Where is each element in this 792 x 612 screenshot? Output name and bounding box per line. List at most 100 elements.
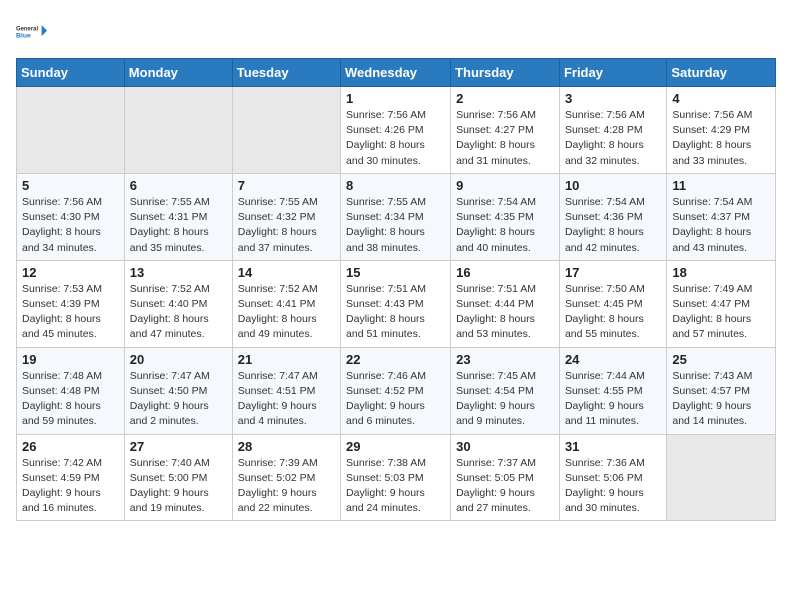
day-info: Sunrise: 7:51 AMSunset: 4:44 PMDaylight:… [456,282,554,343]
day-info: Sunrise: 7:46 AMSunset: 4:52 PMDaylight:… [346,369,445,430]
calendar-week-row: 19 Sunrise: 7:48 AMSunset: 4:48 PMDayligh… [17,347,776,434]
calendar-cell: 26 Sunrise: 7:42 AMSunset: 4:59 PMDayligh… [17,434,125,521]
calendar-week-row: 5 Sunrise: 7:56 AMSunset: 4:30 PMDaylight… [17,173,776,260]
day-number: 26 [22,439,119,454]
day-info: Sunrise: 7:56 AMSunset: 4:29 PMDaylight:… [672,108,770,169]
calendar-week-row: 12 Sunrise: 7:53 AMSunset: 4:39 PMDayligh… [17,260,776,347]
calendar-cell: 31 Sunrise: 7:36 AMSunset: 5:06 PMDayligh… [559,434,666,521]
calendar-cell: 16Sunrise: 7:51 AMSunset: 4:44 PMDayligh… [451,260,560,347]
day-info: Sunrise: 7:53 AMSunset: 4:39 PMDaylight:… [22,282,119,343]
day-number: 27 [130,439,227,454]
calendar-cell: 6 Sunrise: 7:55 AMSunset: 4:31 PMDaylight… [124,173,232,260]
day-number: 1 [346,91,445,106]
calendar-week-row: 26 Sunrise: 7:42 AMSunset: 4:59 PMDayligh… [17,434,776,521]
day-number: 7 [238,178,335,193]
calendar-cell: 22 Sunrise: 7:46 AMSunset: 4:52 PMDayligh… [341,347,451,434]
day-number: 4 [672,91,770,106]
calendar-cell: 19 Sunrise: 7:48 AMSunset: 4:48 PMDayligh… [17,347,125,434]
calendar-cell [232,87,340,174]
day-info: Sunrise: 7:49 AMSunset: 4:47 PMDaylight:… [672,282,770,343]
day-number: 17 [565,265,661,280]
calendar-cell: 10 Sunrise: 7:54 AMSunset: 4:36 PMDayligh… [559,173,666,260]
calendar-cell: 13 Sunrise: 7:52 AMSunset: 4:40 PMDayligh… [124,260,232,347]
day-number: 20 [130,352,227,367]
day-number: 23 [456,352,554,367]
calendar-cell: 15Sunrise: 7:51 AMSunset: 4:43 PMDayligh… [341,260,451,347]
day-info: Sunrise: 7:56 AMSunset: 4:28 PMDaylight:… [565,108,661,169]
calendar-cell: 25 Sunrise: 7:43 AMSunset: 4:57 PMDayligh… [667,347,776,434]
day-number: 18 [672,265,770,280]
calendar-cell: 27 Sunrise: 7:40 AMSunset: 5:00 PMDayligh… [124,434,232,521]
day-number: 19 [22,352,119,367]
day-number: 29 [346,439,445,454]
day-info: Sunrise: 7:47 AMSunset: 4:51 PMDaylight:… [238,369,335,430]
logo: General Blue [16,16,48,48]
calendar-cell: 1 Sunrise: 7:56 AMSunset: 4:26 PMDaylight… [341,87,451,174]
calendar-cell: 7 Sunrise: 7:55 AMSunset: 4:32 PMDaylight… [232,173,340,260]
day-info: Sunrise: 7:55 AMSunset: 4:31 PMDaylight:… [130,195,227,256]
header: General Blue [16,16,776,48]
day-info: Sunrise: 7:37 AMSunset: 5:05 PMDaylight:… [456,456,554,517]
calendar-cell: 21 Sunrise: 7:47 AMSunset: 4:51 PMDayligh… [232,347,340,434]
weekday-header-tuesday: Tuesday [232,59,340,87]
svg-text:Blue: Blue [16,32,31,39]
weekday-header-saturday: Saturday [667,59,776,87]
day-info: Sunrise: 7:43 AMSunset: 4:57 PMDaylight:… [672,369,770,430]
calendar-cell: 17 Sunrise: 7:50 AMSunset: 4:45 PMDayligh… [559,260,666,347]
day-info: Sunrise: 7:55 AMSunset: 4:34 PMDaylight:… [346,195,445,256]
svg-text:General: General [16,27,38,33]
day-number: 28 [238,439,335,454]
day-number: 2 [456,91,554,106]
calendar-cell: 30 Sunrise: 7:37 AMSunset: 5:05 PMDayligh… [451,434,560,521]
calendar-cell: 4 Sunrise: 7:56 AMSunset: 4:29 PMDaylight… [667,87,776,174]
calendar-cell: 12 Sunrise: 7:53 AMSunset: 4:39 PMDayligh… [17,260,125,347]
day-number: 12 [22,265,119,280]
calendar-cell: 9Sunrise: 7:54 AMSunset: 4:35 PMDaylight… [451,173,560,260]
calendar-week-row: 1 Sunrise: 7:56 AMSunset: 4:26 PMDaylight… [17,87,776,174]
day-number: 13 [130,265,227,280]
weekday-header-friday: Friday [559,59,666,87]
day-info: Sunrise: 7:56 AMSunset: 4:30 PMDaylight:… [22,195,119,256]
day-number: 8 [346,178,445,193]
day-number: 5 [22,178,119,193]
day-number: 31 [565,439,661,454]
day-number: 24 [565,352,661,367]
day-info: Sunrise: 7:51 AMSunset: 4:43 PMDaylight:… [346,282,445,343]
day-number: 3 [565,91,661,106]
day-info: Sunrise: 7:54 AMSunset: 4:37 PMDaylight:… [672,195,770,256]
day-info: Sunrise: 7:36 AMSunset: 5:06 PMDaylight:… [565,456,661,517]
day-info: Sunrise: 7:42 AMSunset: 4:59 PMDaylight:… [22,456,119,517]
calendar-cell: 18 Sunrise: 7:49 AMSunset: 4:47 PMDayligh… [667,260,776,347]
day-info: Sunrise: 7:56 AMSunset: 4:27 PMDaylight:… [456,108,554,169]
day-info: Sunrise: 7:44 AMSunset: 4:55 PMDaylight:… [565,369,661,430]
day-info: Sunrise: 7:54 AMSunset: 4:35 PMDaylight:… [456,195,554,256]
calendar-table: SundayMondayTuesdayWednesdayThursdayFrid… [16,58,776,521]
calendar-cell: 28 Sunrise: 7:39 AMSunset: 5:02 PMDayligh… [232,434,340,521]
weekday-header-sunday: Sunday [17,59,125,87]
day-info: Sunrise: 7:45 AMSunset: 4:54 PMDaylight:… [456,369,554,430]
day-number: 25 [672,352,770,367]
day-info: Sunrise: 7:52 AMSunset: 4:40 PMDaylight:… [130,282,227,343]
day-number: 21 [238,352,335,367]
day-info: Sunrise: 7:40 AMSunset: 5:00 PMDaylight:… [130,456,227,517]
day-info: Sunrise: 7:50 AMSunset: 4:45 PMDaylight:… [565,282,661,343]
weekday-header-wednesday: Wednesday [341,59,451,87]
day-info: Sunrise: 7:54 AMSunset: 4:36 PMDaylight:… [565,195,661,256]
calendar-cell: 8 Sunrise: 7:55 AMSunset: 4:34 PMDaylight… [341,173,451,260]
calendar-cell: 23 Sunrise: 7:45 AMSunset: 4:54 PMDayligh… [451,347,560,434]
day-info: Sunrise: 7:39 AMSunset: 5:02 PMDaylight:… [238,456,335,517]
day-number: 6 [130,178,227,193]
day-number: 22 [346,352,445,367]
day-number: 11 [672,178,770,193]
weekday-header-row: SundayMondayTuesdayWednesdayThursdayFrid… [17,59,776,87]
day-info: Sunrise: 7:48 AMSunset: 4:48 PMDaylight:… [22,369,119,430]
day-info: Sunrise: 7:56 AMSunset: 4:26 PMDaylight:… [346,108,445,169]
calendar-cell: 2 Sunrise: 7:56 AMSunset: 4:27 PMDaylight… [451,87,560,174]
calendar-cell [124,87,232,174]
day-number: 30 [456,439,554,454]
day-info: Sunrise: 7:55 AMSunset: 4:32 PMDaylight:… [238,195,335,256]
calendar-cell: 11 Sunrise: 7:54 AMSunset: 4:37 PMDayligh… [667,173,776,260]
day-number: 10 [565,178,661,193]
logo-icon: General Blue [16,16,48,48]
weekday-header-thursday: Thursday [451,59,560,87]
